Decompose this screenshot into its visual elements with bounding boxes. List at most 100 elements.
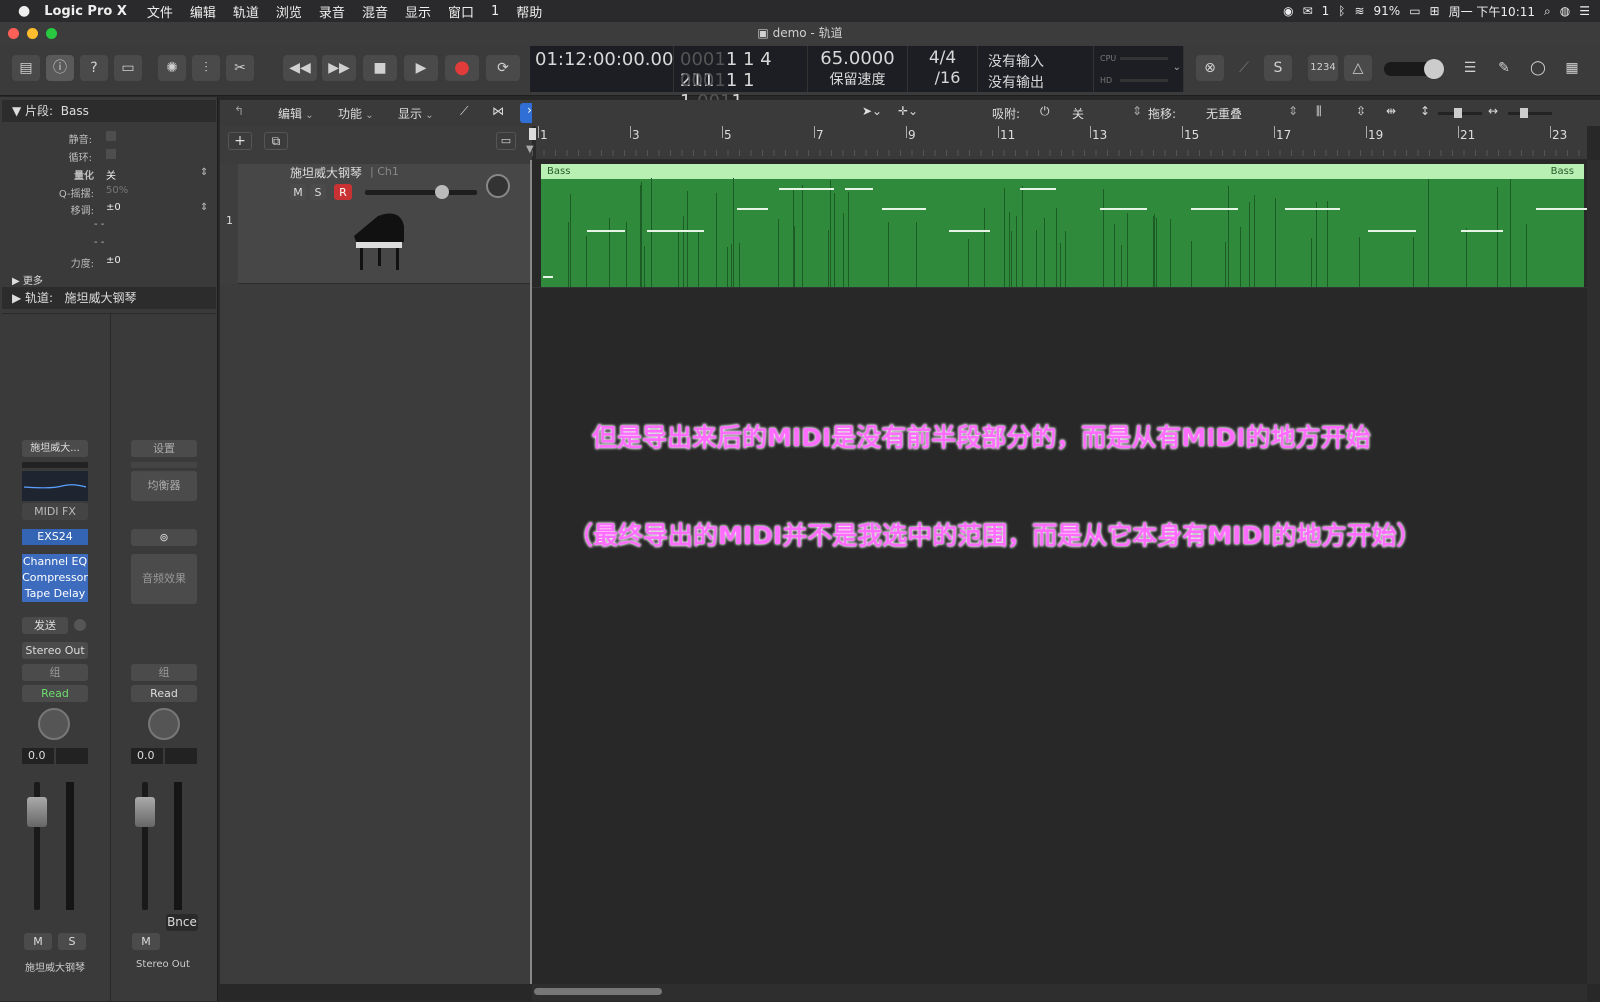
master-volume-thumb[interactable] xyxy=(1424,59,1444,79)
pan-knob[interactable] xyxy=(38,708,70,740)
zoom-window-icon[interactable] xyxy=(46,28,57,39)
browsers-icon[interactable]: ▦ xyxy=(1558,55,1586,81)
battery-icon[interactable]: ▭ xyxy=(1409,4,1420,18)
menu-view[interactable]: 显示 xyxy=(405,2,431,21)
midi-note[interactable] xyxy=(1019,188,1057,190)
stereo-out-fader-handle[interactable] xyxy=(135,797,155,827)
track-row[interactable]: 1 施坦威大钢琴 | Ch1 M S R xyxy=(220,164,532,284)
midi-note[interactable] xyxy=(1284,208,1341,210)
send-knob-icon[interactable] xyxy=(74,619,86,631)
solo-button[interactable]: S xyxy=(58,933,86,950)
tuner-icon[interactable]: ⟋ xyxy=(1230,55,1258,81)
automation-mode[interactable]: Read xyxy=(22,685,88,702)
midi-region-bass[interactable]: Bass Bass xyxy=(541,164,1590,287)
library-icon[interactable]: ▤ xyxy=(12,55,40,81)
stereo-out-setting-slot[interactable] xyxy=(131,462,197,468)
mute-checkbox[interactable] xyxy=(106,131,116,141)
bounce-button[interactable]: Bnce xyxy=(166,914,198,931)
wechat-icon[interactable]: ✉ xyxy=(1303,4,1313,18)
region-inspector-header[interactable]: ▼ 片段: Bass xyxy=(2,100,216,122)
vertical-fit-icon[interactable]: ⇳ xyxy=(1356,104,1366,118)
notification-center-icon[interactable]: ☰ xyxy=(1579,4,1590,18)
functions-menu[interactable]: 功能 xyxy=(338,105,374,122)
channel-strip-name-button[interactable]: 施坦威大... xyxy=(22,440,88,457)
more-disclosure[interactable]: ▶ 更多 xyxy=(12,272,43,287)
vertical-zoom-icon[interactable]: ↕ xyxy=(1420,104,1430,118)
second-tool-icon[interactable]: ✛⌄ xyxy=(898,104,918,118)
horizontal-scrollbar[interactable] xyxy=(532,984,1587,1001)
midi-note[interactable] xyxy=(1191,208,1239,210)
play-button[interactable]: ▶ xyxy=(404,55,438,81)
loop-checkbox[interactable] xyxy=(106,149,116,159)
stereo-out-setting[interactable]: 设置 xyxy=(131,440,197,457)
link-icon[interactable]: ⊚ xyxy=(131,529,197,546)
stereo-out-volume-readout[interactable]: 0.0 xyxy=(131,748,163,764)
wifi-icon[interactable]: ≋ xyxy=(1354,4,1364,18)
drag-stepper-icon[interactable]: ⇕ xyxy=(1288,104,1298,118)
playhead-line[interactable] xyxy=(530,160,532,984)
track-record-button[interactable]: R xyxy=(334,184,352,200)
back-arrow-icon[interactable]: ↰ xyxy=(234,104,244,118)
editors-scissors-icon[interactable]: ✂ xyxy=(226,55,254,81)
replace-icon[interactable]: ⊗ xyxy=(1196,55,1224,81)
instrument-slot[interactable]: EXS24 xyxy=(22,529,88,545)
track-mute-button[interactable]: M xyxy=(290,184,306,200)
view-menu[interactable]: 显示 xyxy=(398,105,434,122)
automation-curve-icon[interactable]: ⟋ xyxy=(460,104,468,119)
track-volume-slider[interactable] xyxy=(365,185,477,199)
stereo-out-eq[interactable]: 均衡器 xyxy=(131,471,197,501)
lcd-meters[interactable]: CPU HD ⌄ xyxy=(1094,46,1184,92)
sends-slot[interactable]: 发送 xyxy=(22,617,68,634)
siri-icon[interactable]: ◍ xyxy=(1560,4,1570,18)
volume-readout[interactable]: 0.0 xyxy=(22,748,54,764)
midi-note[interactable] xyxy=(948,230,991,232)
q-swing-value[interactable]: 50% xyxy=(106,185,128,196)
minimize-window-icon[interactable] xyxy=(27,28,38,39)
solo-icon[interactable]: S xyxy=(1264,55,1292,81)
left-locator[interactable] xyxy=(529,128,536,140)
track-inspector-header[interactable]: ▶ 轨道: 施坦威大钢琴 xyxy=(2,287,216,309)
midi-note[interactable] xyxy=(737,208,769,210)
menu-help[interactable]: 帮助 xyxy=(516,2,542,21)
setting-slot[interactable] xyxy=(22,462,88,468)
toolbar-toggle-icon[interactable]: ▭ xyxy=(114,55,142,81)
horizontal-fit-icon[interactable]: ⇹ xyxy=(1386,104,1396,118)
midi-note[interactable] xyxy=(587,230,626,232)
output-slot[interactable]: Stereo Out xyxy=(22,642,88,659)
drag-value[interactable]: 无重叠 xyxy=(1206,105,1242,122)
stereo-out-automation[interactable]: Read xyxy=(131,685,197,702)
rewind-button[interactable]: ◀◀ xyxy=(283,55,317,81)
menu-record[interactable]: 录音 xyxy=(319,2,345,21)
qq-icon[interactable]: ◉ xyxy=(1283,4,1293,18)
vertical-zoom-thumb[interactable] xyxy=(1454,108,1462,118)
audio-fx-slot-3[interactable]: Tape Delay xyxy=(22,586,88,602)
horizontal-zoom-slider[interactable] xyxy=(1508,108,1552,118)
midi-note[interactable] xyxy=(881,208,926,210)
midi-note[interactable] xyxy=(779,188,835,190)
audio-fx-slot-1[interactable]: Channel EQ xyxy=(22,554,88,570)
lcd-tempo[interactable]: 65.0000 保留速度 xyxy=(808,46,908,92)
midi-note[interactable] xyxy=(543,276,553,278)
menu-one[interactable]: 1 xyxy=(491,4,499,19)
count-in-button[interactable]: 1234 xyxy=(1308,55,1338,81)
stop-button[interactable]: ■ xyxy=(363,55,397,81)
menu-edit[interactable]: 编辑 xyxy=(190,2,216,21)
inspector-icon[interactable]: ⓘ xyxy=(46,55,74,81)
volume-fader-handle[interactable] xyxy=(27,797,47,827)
apple-menu-icon[interactable]: ● xyxy=(18,3,30,19)
global-tracks-icon[interactable]: ▭ xyxy=(496,132,516,150)
audio-fx-slot-2[interactable]: Compressor xyxy=(22,570,88,586)
stereo-out-pan-knob[interactable] xyxy=(148,708,180,740)
cycle-button[interactable]: ⟳ xyxy=(486,55,520,81)
lcd-bar-beat[interactable]: 00011 1 4 211 00011 1 1 0011 xyxy=(674,46,808,112)
flex-icon[interactable]: ⋈ xyxy=(492,104,504,118)
lcd-io[interactable]: 没有输入 没有输出 xyxy=(978,46,1094,92)
bluetooth-icon[interactable]: ᛒ xyxy=(1338,4,1345,18)
fast-forward-button[interactable]: ▶▶ xyxy=(322,55,356,81)
midi-note[interactable] xyxy=(1100,208,1147,210)
stereo-out-group[interactable]: 组 xyxy=(131,664,197,681)
stereo-out-mute-button[interactable]: M xyxy=(132,933,160,950)
menu-browse[interactable]: 浏览 xyxy=(276,2,302,21)
vertical-scrollbar[interactable] xyxy=(1587,160,1600,984)
menu-mix[interactable]: 混音 xyxy=(362,2,388,21)
